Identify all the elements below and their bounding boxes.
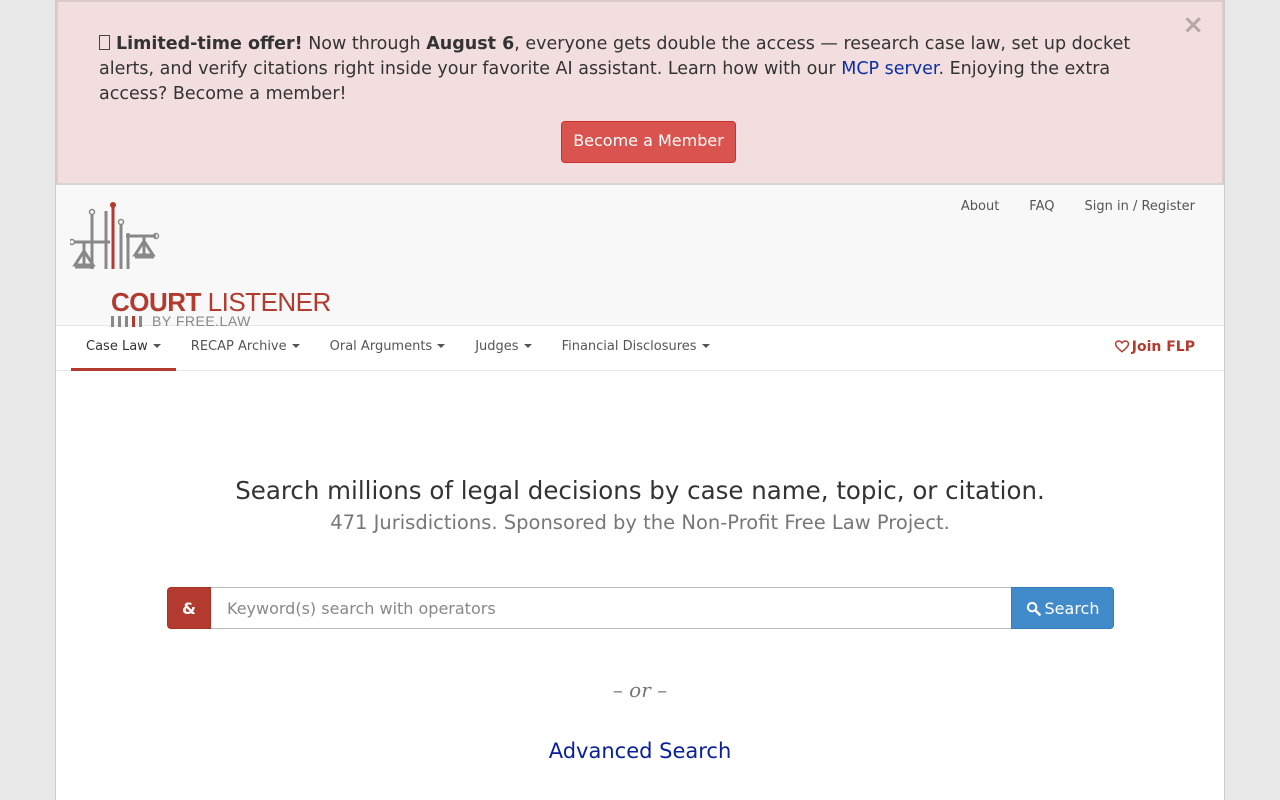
hero-subtitle: 471 Jurisdictions. Sponsored by the Non-…	[330, 511, 950, 534]
scales-icon	[70, 202, 160, 269]
banner-text-1: Now through	[302, 34, 427, 54]
search-operators-button[interactable]: &	[167, 587, 211, 629]
about-link[interactable]: About	[961, 199, 999, 214]
main-nav: Case Law RECAP Archive Oral Arguments Ju…	[56, 326, 1224, 371]
sign-in-register-link[interactable]: Sign in / Register	[1084, 199, 1195, 214]
nav-financial-disclosures[interactable]: Financial Disclosures	[547, 326, 725, 371]
page: Limited-time offer! Now through August 6…	[55, 0, 1225, 800]
faq-link[interactable]: FAQ	[1029, 199, 1054, 214]
promo-banner: Limited-time offer! Now through August 6…	[56, 0, 1224, 185]
nav-case-law-label: Case Law	[86, 339, 148, 354]
advanced-search-link[interactable]: Advanced Search	[56, 739, 1224, 763]
heart-icon	[1114, 340, 1129, 353]
nav-judges[interactable]: Judges	[460, 326, 546, 371]
site-header: COURT LISTENER BY FREE.LAW About FAQ Sig…	[56, 185, 1224, 329]
caret-down-icon	[291, 344, 300, 348]
search-button-label: Search	[1044, 598, 1100, 618]
search-icon	[1026, 601, 1041, 616]
nav-recap-archive-label: RECAP Archive	[190, 339, 287, 354]
nav-case-law[interactable]: Case Law	[71, 326, 176, 371]
hero-title: Search millions of legal decisions by ca…	[235, 476, 1045, 505]
become-member-button[interactable]: Become a Member	[561, 121, 736, 163]
banner-text: Limited-time offer! Now through August 6…	[99, 32, 1179, 107]
join-flp-label: Join FLP	[1131, 339, 1195, 355]
nav-financial-disclosures-label: Financial Disclosures	[561, 339, 697, 354]
caret-down-icon	[701, 344, 710, 348]
nav-oral-arguments-label: Oral Arguments	[329, 339, 433, 354]
banner-date: August 6	[426, 34, 515, 54]
search-button[interactable]: Search	[1011, 587, 1114, 629]
nav-recap-archive[interactable]: RECAP Archive	[176, 326, 315, 371]
or-divider: – or –	[612, 678, 668, 702]
gift-icon	[99, 35, 110, 50]
close-icon[interactable]: ×	[1182, 10, 1204, 40]
search-input[interactable]	[211, 587, 1011, 629]
search-bar: & Search	[167, 587, 1114, 629]
nav-oral-arguments[interactable]: Oral Arguments	[315, 326, 461, 371]
caret-down-icon	[152, 344, 161, 348]
caret-down-icon	[523, 344, 532, 348]
courtlistener-logo[interactable]: COURT LISTENER BY FREE.LAW	[70, 199, 331, 329]
top-links: About FAQ Sign in / Register	[961, 199, 1195, 214]
banner-lead: Limited-time offer!	[116, 34, 303, 54]
caret-down-icon	[437, 344, 446, 348]
nav-judges-label: Judges	[475, 339, 519, 354]
join-flp-link[interactable]: Join FLP	[1114, 326, 1195, 371]
mcp-server-link[interactable]: MCP server	[841, 59, 938, 79]
